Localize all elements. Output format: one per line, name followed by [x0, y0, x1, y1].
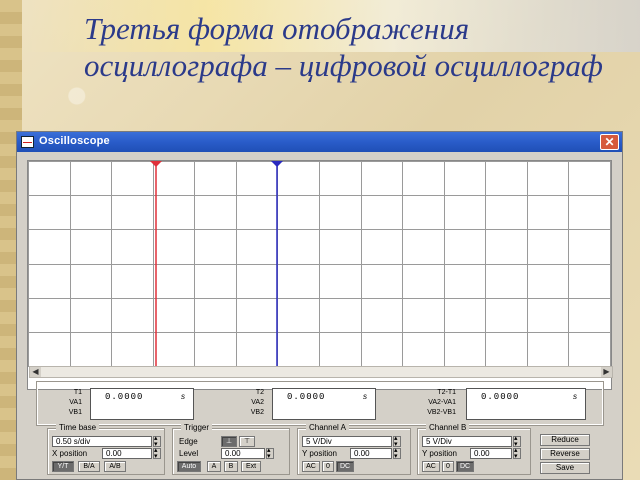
readout-unit: s [363, 392, 367, 401]
readout-label: VB2-VB1 [427, 409, 456, 416]
mode-yt-button[interactable]: Y/T [52, 461, 74, 472]
channel-a-dc-button[interactable]: DC [336, 461, 354, 472]
channel-a-ypos-spinner[interactable] [393, 446, 401, 460]
readout-value: 0.0000 [287, 392, 326, 402]
xpos-field[interactable]: 0.00 [102, 448, 152, 459]
channel-b-dc-button[interactable]: DC [456, 461, 474, 472]
channel-b-ypos-field[interactable]: 0.00 [470, 448, 512, 459]
oscilloscope-screen [27, 160, 612, 390]
cursor-t2-handle [271, 161, 283, 167]
channel-b-scale-field[interactable]: 5 V/Div [422, 436, 512, 447]
readout-box: 0.0000 s [272, 388, 376, 420]
oscilloscope-app-icon [21, 136, 34, 148]
readout-unit: s [573, 392, 577, 401]
readout-label: VA2 [251, 399, 264, 406]
window-titlebar[interactable]: Oscilloscope ✕ [17, 132, 622, 152]
readout-value: 0.0000 [105, 392, 144, 402]
channel-a-ypos-field[interactable]: 0.00 [350, 448, 392, 459]
mode-ba-button[interactable]: B/A [78, 461, 100, 472]
edge-rising-icon[interactable]: ⊥ [221, 436, 237, 447]
channel-b-ac-button[interactable]: AC [422, 461, 440, 472]
edge-falling-icon[interactable]: ⊤ [239, 436, 255, 447]
xpos-label: X position [52, 449, 88, 458]
readout-label: VB2 [250, 409, 264, 416]
slide-title: Третья форма отображения осциллографа – … [84, 11, 603, 83]
channel-b-ypos-label: Y position [422, 449, 457, 458]
channel-a-zero-button[interactable]: 0 [322, 461, 334, 472]
readout-label: VB1 [68, 409, 82, 416]
timebase-panel: Time base 0.50 s/div X position 0.00 Y/T… [47, 423, 165, 475]
channel-a-title: Channel A [306, 423, 349, 432]
trigger-ext-button[interactable]: Ext [241, 461, 261, 472]
oscilloscope-window: Oscilloscope ✕ ◀ ▶ T1 VA1 VB1 0.0000 s T… [16, 131, 623, 480]
readout-unit: s [181, 392, 185, 401]
channel-a-scale-field[interactable]: 5 V/Div [302, 436, 392, 447]
screen-grid [28, 161, 611, 367]
timebase-scale-field[interactable]: 0.50 s/div [52, 436, 152, 447]
readout-label: VA2-VA1 [428, 399, 456, 406]
cursor-t1-handle [150, 161, 162, 167]
level-field[interactable]: 0.00 [221, 448, 265, 459]
channel-b-panel: Channel B 5 V/Div Y position 0.00 AC 0 D… [417, 423, 531, 475]
cursor-readouts: T1 VA1 VB1 0.0000 s T2 VA2 VB2 0.0000 s … [36, 381, 604, 426]
channel-b-title: Channel B [426, 423, 470, 432]
reverse-button[interactable]: Reverse [540, 448, 590, 460]
scroll-right-icon[interactable]: ▶ [601, 367, 612, 377]
readout-label: T2-T1 [437, 389, 456, 396]
trigger-a-button[interactable]: A [207, 461, 221, 472]
close-button[interactable]: ✕ [600, 134, 619, 150]
reduce-button[interactable]: Reduce [540, 434, 590, 446]
window-title: Oscilloscope [39, 135, 110, 147]
horizontal-scrollbar[interactable]: ◀ ▶ [29, 366, 613, 378]
channel-b-ypos-spinner[interactable] [513, 446, 521, 460]
trigger-panel: Trigger Edge ⊥ ⊤ Level 0.00 Auto A B Ext [172, 423, 290, 475]
timebase-title: Time base [56, 423, 100, 432]
readout-value: 0.0000 [481, 392, 520, 402]
channel-a-ac-button[interactable]: AC [302, 461, 320, 472]
trigger-title: Trigger [181, 423, 213, 432]
trigger-auto-button[interactable]: Auto [177, 461, 201, 472]
readout-box: 0.0000 s [90, 388, 194, 420]
readout-label: T2 [255, 389, 264, 396]
scroll-left-icon[interactable]: ◀ [30, 367, 41, 377]
trigger-b-button[interactable]: B [224, 461, 238, 472]
mode-ab-button[interactable]: A/B [104, 461, 126, 472]
channel-a-ypos-label: Y position [302, 449, 337, 458]
edge-label: Edge [179, 437, 198, 446]
readout-label: T1 [73, 389, 82, 396]
readout-label: VA1 [69, 399, 82, 406]
channel-a-panel: Channel A 5 V/Div Y position 0.00 AC 0 D… [297, 423, 411, 475]
xpos-spinner[interactable] [153, 446, 161, 460]
readout-box: 0.0000 s [466, 388, 586, 420]
level-label: Level [179, 449, 199, 458]
channel-b-zero-button[interactable]: 0 [442, 461, 454, 472]
save-button[interactable]: Save [540, 462, 590, 474]
level-spinner[interactable] [266, 446, 274, 460]
